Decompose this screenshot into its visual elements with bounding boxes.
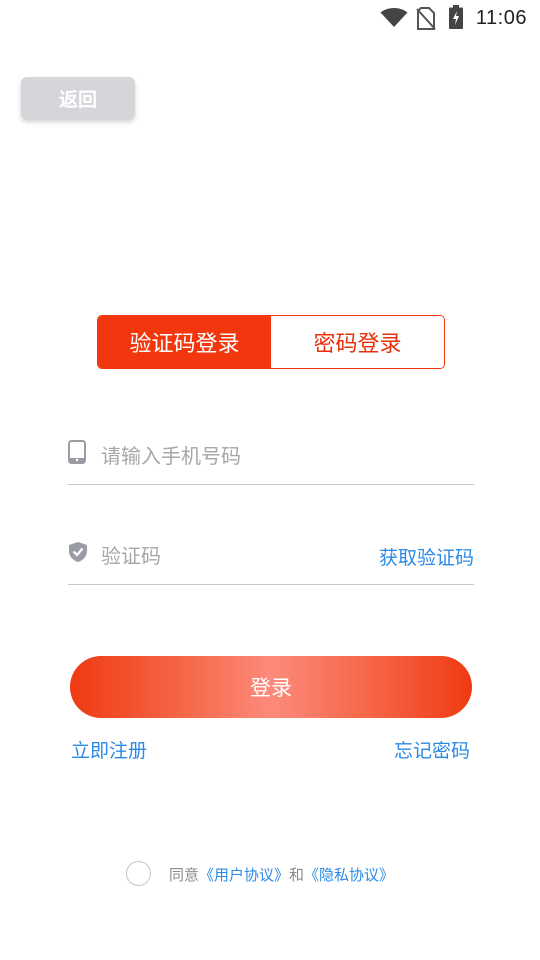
back-button[interactable]: 返回 — [21, 77, 135, 119]
forgot-password-link[interactable]: 忘记密码 — [394, 736, 470, 763]
code-input[interactable]: 验证码 — [101, 540, 161, 569]
login-button[interactable]: 登录 — [70, 656, 472, 718]
phone-icon — [68, 440, 86, 468]
status-bar: 11:06 — [0, 0, 540, 36]
no-sim-icon — [416, 7, 436, 35]
tab-sms-code-login[interactable]: 验证码登录 — [98, 316, 271, 368]
tab-password-login[interactable]: 密码登录 — [271, 316, 444, 368]
register-link[interactable]: 立即注册 — [71, 736, 147, 763]
agreement-text: 同意《用户协议》和《隐私协议》 — [169, 864, 394, 885]
wifi-icon — [380, 8, 408, 32]
privacy-agreement-link[interactable]: 《隐私协议》 — [304, 866, 394, 884]
agreement-checkbox[interactable] — [126, 861, 151, 886]
phone-input[interactable]: 请输入手机号码 — [101, 440, 241, 469]
get-code-button[interactable]: 获取验证码 — [379, 543, 474, 570]
code-field[interactable]: 验证码 获取验证码 — [68, 524, 474, 585]
agreement-conjunction: 和 — [289, 866, 305, 884]
status-time: 11:06 — [475, 7, 527, 29]
login-type-tabs: 验证码登录 密码登录 — [97, 315, 445, 369]
agreement-prefix: 同意 — [169, 866, 200, 884]
phone-field[interactable]: 请输入手机号码 — [68, 424, 474, 485]
battery-charging-icon — [449, 5, 463, 33]
shield-check-icon — [68, 541, 88, 567]
user-agreement-link[interactable]: 《用户协议》 — [199, 866, 289, 884]
